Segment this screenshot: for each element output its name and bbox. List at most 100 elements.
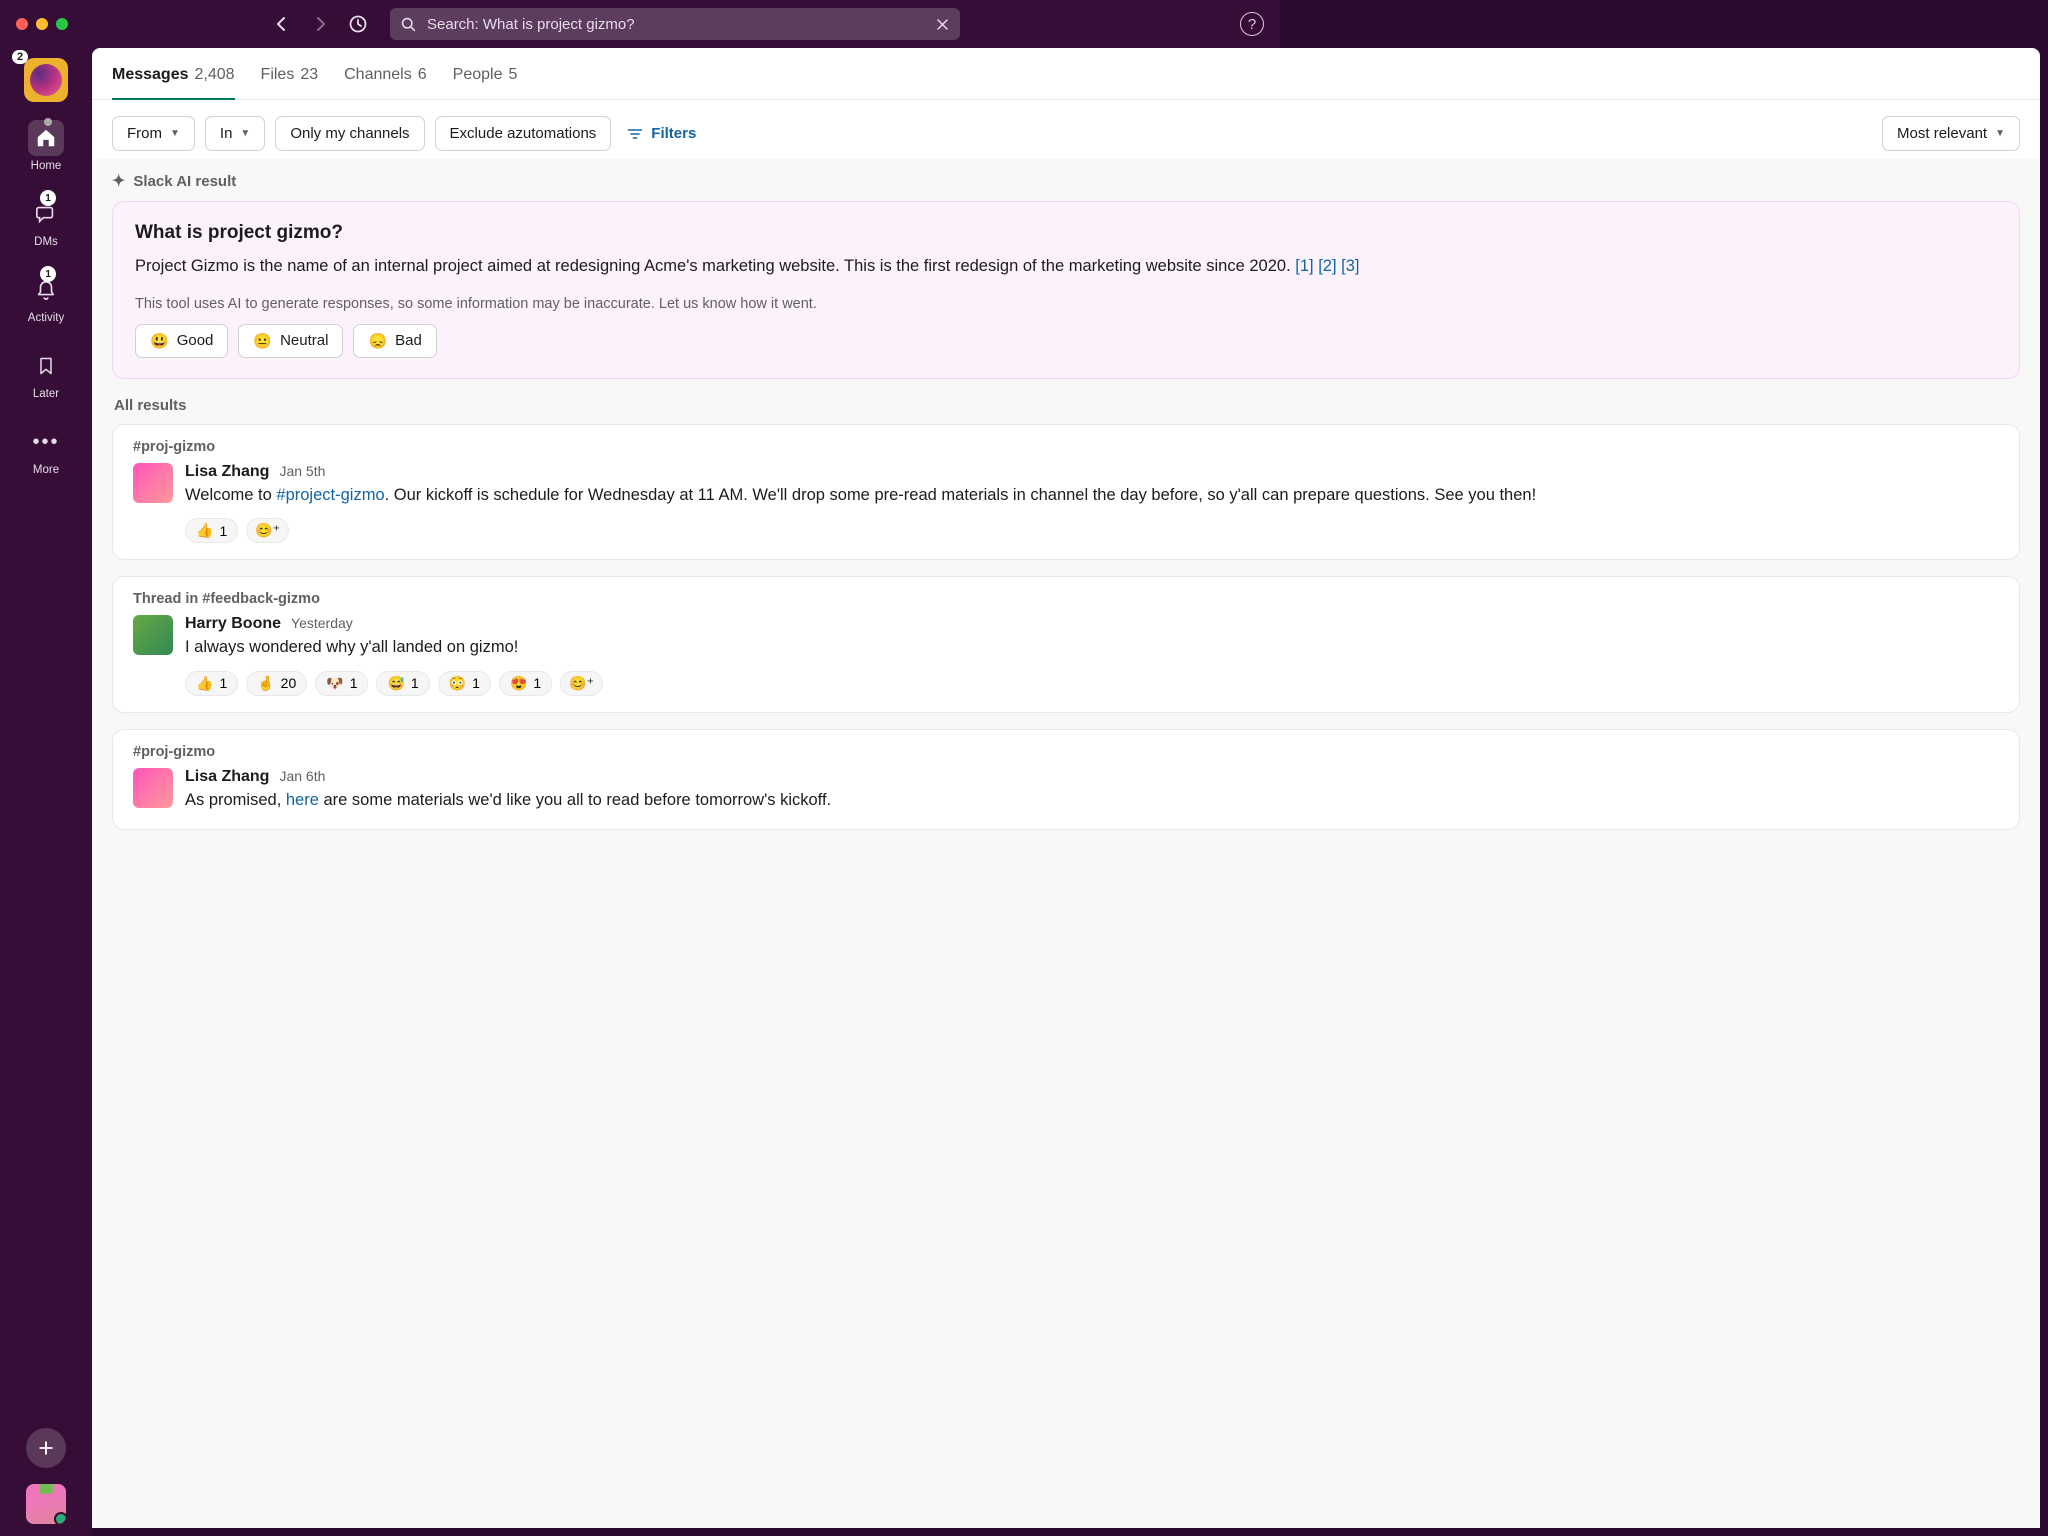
- message-time: Jan 5th: [279, 463, 325, 479]
- author-name[interactable]: Harry Boone: [185, 615, 281, 633]
- tab-channels[interactable]: Channels 6: [344, 66, 427, 100]
- reaction-emoji: 😳: [449, 675, 466, 692]
- home-icon: [35, 127, 57, 149]
- reaction-count: 1: [472, 675, 480, 691]
- filter-only-my-channels[interactable]: Only my channels: [275, 116, 424, 151]
- neutral-icon: 😐: [253, 332, 272, 350]
- all-results-label: All results: [114, 397, 2020, 414]
- filters-button[interactable]: Filters: [627, 125, 696, 142]
- feedback-neutral[interactable]: 😐Neutral: [238, 324, 343, 358]
- tab-count: 23: [300, 66, 318, 84]
- author-name[interactable]: Lisa Zhang: [185, 768, 269, 786]
- ai-result-label: ✦ Slack AI result: [112, 171, 2020, 191]
- ai-citation[interactable]: [2]: [1318, 257, 1336, 275]
- message-result[interactable]: #proj-gizmo Lisa Zhang Jan 6th As promised,…: [112, 729, 2020, 831]
- reaction[interactable]: 🐶1: [315, 671, 368, 696]
- results-scroll[interactable]: ✦ Slack AI result What is project gizmo?…: [92, 159, 2040, 1528]
- reactions-row: 👍1🤞20🐶1😅1😳1😍1😊⁺: [185, 671, 1999, 696]
- result-channel[interactable]: #proj-gizmo: [133, 744, 1999, 760]
- message-result[interactable]: #proj-gizmoLisa ZhangJan 5thWelcome to #…: [112, 424, 2020, 561]
- add-reaction-icon: 😊⁺: [569, 675, 594, 692]
- tab-label: Messages: [112, 66, 189, 84]
- forward-button[interactable]: [308, 12, 332, 36]
- back-button[interactable]: [270, 12, 294, 36]
- filter-icon: [627, 127, 643, 141]
- workspace-badge: 2: [12, 50, 28, 64]
- chevron-down-icon: ▼: [240, 128, 250, 139]
- presence-indicator: [54, 1512, 66, 1524]
- reaction-emoji: 😅: [387, 675, 404, 692]
- message-result[interactable]: Thread in #feedback-gizmoHarry BooneYest…: [112, 576, 2020, 713]
- close-window[interactable]: [16, 18, 28, 30]
- tab-label: People: [453, 66, 503, 84]
- window-controls: [16, 18, 68, 30]
- nav-home[interactable]: Home: [28, 120, 64, 172]
- inline-link[interactable]: here: [286, 791, 319, 809]
- message-time: Jan 6th: [279, 768, 325, 784]
- minimize-window[interactable]: [36, 18, 48, 30]
- more-icon: •••: [32, 437, 59, 447]
- ai-citation[interactable]: [3]: [1341, 257, 1359, 275]
- workspace-icon: [30, 64, 62, 96]
- feedback-bad[interactable]: 😞Bad: [353, 324, 436, 358]
- reaction[interactable]: 😍1: [499, 671, 552, 696]
- clear-search-icon[interactable]: [935, 17, 950, 32]
- ai-citation[interactable]: [1]: [1295, 257, 1313, 275]
- author-avatar[interactable]: [133, 615, 173, 655]
- tab-people[interactable]: People 5: [453, 66, 518, 100]
- reaction-count: 1: [219, 675, 227, 691]
- add-reaction[interactable]: 😊⁺: [246, 518, 289, 543]
- reaction[interactable]: 👍1: [185, 671, 238, 696]
- filter-in[interactable]: In▼: [205, 116, 265, 151]
- message-text: As promised, here are some materials we'…: [185, 788, 1999, 814]
- bell-icon: [35, 279, 57, 301]
- workspace-switcher[interactable]: 2: [24, 58, 68, 102]
- reaction-count: 1: [533, 675, 541, 691]
- nav-activity[interactable]: 1 Activity: [28, 272, 64, 324]
- search-results-panel: Messages 2,408 Files 23 Channels 6 Peopl…: [92, 48, 2040, 1528]
- user-avatar[interactable]: [26, 1484, 66, 1524]
- reaction-count: 20: [281, 675, 297, 691]
- author-name[interactable]: Lisa Zhang: [185, 463, 269, 481]
- search-input[interactable]: [427, 16, 925, 33]
- maximize-window[interactable]: [56, 18, 68, 30]
- reaction-emoji: 👍: [196, 522, 213, 539]
- reaction[interactable]: 😳1: [438, 671, 491, 696]
- reaction-emoji: 🐶: [326, 675, 343, 692]
- filter-exclude-automations[interactable]: Exclude azutomations: [435, 116, 612, 151]
- ai-answer: Project Gizmo is the name of an internal…: [135, 254, 1997, 280]
- reaction[interactable]: 👍1: [185, 518, 238, 543]
- nav-more-label: More: [33, 464, 59, 476]
- filter-from[interactable]: From▼: [112, 116, 195, 151]
- search-bar[interactable]: [390, 8, 960, 40]
- result-channel[interactable]: Thread in #feedback-gizmo: [133, 591, 1999, 607]
- feedback-good[interactable]: 😃Good: [135, 324, 228, 358]
- author-avatar[interactable]: [133, 463, 173, 503]
- reaction[interactable]: 🤞20: [246, 671, 307, 696]
- nav-later[interactable]: Later: [28, 348, 64, 400]
- tab-messages[interactable]: Messages 2,408: [112, 66, 235, 100]
- tab-label: Files: [261, 66, 295, 84]
- nav-dms[interactable]: 1 DMs: [28, 196, 64, 248]
- results-tabs: Messages 2,408 Files 23 Channels 6 Peopl…: [92, 48, 2040, 100]
- nav-more[interactable]: ••• More: [28, 424, 64, 476]
- ai-disclaimer: This tool uses AI to generate responses,…: [135, 296, 1997, 312]
- ai-feedback-row: 😃Good 😐Neutral 😞Bad: [135, 324, 1997, 358]
- tab-files[interactable]: Files 23: [261, 66, 319, 100]
- nav-activity-label: Activity: [28, 312, 64, 324]
- sort-dropdown[interactable]: Most relevant▼: [1882, 116, 2020, 151]
- compose-button[interactable]: [26, 1428, 66, 1468]
- help-button[interactable]: ?: [1240, 12, 1264, 36]
- dms-badge: 1: [40, 190, 56, 206]
- chevron-down-icon: ▼: [1995, 128, 2005, 139]
- history-button[interactable]: [346, 12, 370, 36]
- workspace-sidebar: 2 Home 1 DMs 1 Activity Later ••• More: [0, 48, 92, 1536]
- bookmark-icon: [36, 355, 56, 377]
- result-channel[interactable]: #proj-gizmo: [133, 439, 1999, 455]
- sparkle-icon: ✦: [112, 171, 125, 191]
- reaction-emoji: 😍: [510, 675, 527, 692]
- author-avatar[interactable]: [133, 768, 173, 808]
- inline-link[interactable]: #project-gizmo: [276, 486, 384, 504]
- add-reaction[interactable]: 😊⁺: [560, 671, 603, 696]
- reaction[interactable]: 😅1: [376, 671, 429, 696]
